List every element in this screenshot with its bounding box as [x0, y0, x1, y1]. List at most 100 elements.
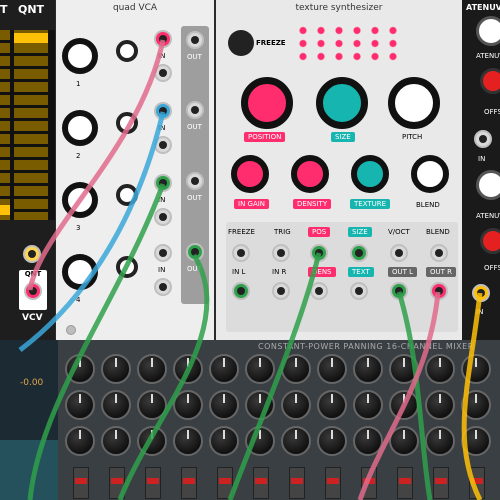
mixer-fader[interactable]	[109, 467, 125, 499]
vca-in-jack-1[interactable]	[154, 64, 172, 82]
mixer-knob[interactable]	[425, 426, 455, 456]
mixer-knob[interactable]	[317, 426, 347, 456]
cv-jack-freeze[interactable]	[232, 244, 250, 262]
vca-cv-jack-2[interactable]	[154, 102, 172, 120]
vca-knob-2[interactable]	[62, 110, 98, 146]
mixer-knob[interactable]	[281, 426, 311, 456]
mode-led-grid[interactable]	[294, 24, 404, 62]
mixer-knob[interactable]	[65, 354, 95, 384]
vca-out-jack-2[interactable]	[186, 101, 204, 119]
mixer-knob[interactable]	[209, 354, 239, 384]
vca-small-knob-1[interactable]	[116, 40, 138, 62]
mixer-knob[interactable]	[65, 426, 95, 456]
mixer-knob[interactable]	[137, 354, 167, 384]
mixer-knob[interactable]	[101, 390, 131, 420]
mixer-knob[interactable]	[101, 354, 131, 384]
out-jack-l[interactable]	[390, 282, 408, 300]
mixer-fader[interactable]	[73, 467, 89, 499]
freeze-button[interactable]	[228, 30, 254, 56]
cv-jack-pos[interactable]	[310, 244, 328, 262]
mixer-knob[interactable]	[389, 426, 419, 456]
cv-jack-blend[interactable]	[430, 244, 448, 262]
mixer-knob[interactable]	[353, 354, 383, 384]
out-jack-r[interactable]	[430, 282, 448, 300]
mixer-knob[interactable]	[353, 390, 383, 420]
vca-out-jack-3[interactable]	[186, 172, 204, 190]
mixer-knob[interactable]	[137, 390, 167, 420]
mixer-knob[interactable]	[281, 390, 311, 420]
vca-cv-jack-3[interactable]	[154, 174, 172, 192]
vca-in-jack-3[interactable]	[154, 208, 172, 226]
vca-cv-jack-4[interactable]	[154, 244, 172, 262]
mixer-knob[interactable]	[461, 390, 491, 420]
vca-small-knob-2[interactable]	[116, 112, 138, 134]
atenuverter-offset-knob-1[interactable]	[480, 68, 500, 94]
vca-in-jack-4[interactable]	[154, 278, 172, 296]
mixer-fader[interactable]	[217, 467, 233, 499]
size-knob[interactable]	[316, 77, 368, 129]
vca-out-jack-1[interactable]	[186, 31, 204, 49]
vca-knob-1[interactable]	[62, 38, 98, 74]
position-knob[interactable]	[241, 77, 293, 129]
cv-jack-size[interactable]	[350, 244, 368, 262]
in-gain-knob[interactable]	[231, 155, 269, 193]
vca-in-jack-2[interactable]	[154, 136, 172, 154]
in-jack-dens[interactable]	[310, 282, 328, 300]
mixer-knob[interactable]	[209, 426, 239, 456]
mixer-fader[interactable]	[145, 467, 161, 499]
vca-knob-3[interactable]	[62, 182, 98, 218]
vca-cv-jack-1[interactable]	[154, 30, 172, 48]
mixer-knob[interactable]	[389, 390, 419, 420]
density-knob[interactable]	[291, 155, 329, 193]
vca-knob-4[interactable]	[62, 254, 98, 290]
cv-jack-trig[interactable]	[272, 244, 290, 262]
mixer-knob[interactable]	[245, 354, 275, 384]
mixer-knob[interactable]	[317, 354, 347, 384]
mixer-knob[interactable]	[245, 426, 275, 456]
in-jack-text[interactable]	[350, 282, 368, 300]
mixer-knob[interactable]	[173, 390, 203, 420]
vca-out-jack-4[interactable]	[186, 243, 204, 261]
mixer-knob[interactable]	[353, 426, 383, 456]
led-column-right[interactable]	[14, 30, 48, 220]
mixer-fader[interactable]	[361, 467, 377, 499]
mixer-knob[interactable]	[101, 426, 131, 456]
quantizer-in-jack[interactable]	[23, 245, 41, 263]
mixer-knob[interactable]	[461, 354, 491, 384]
atenuverter-knob-2[interactable]	[476, 170, 500, 200]
mixer-knob[interactable]	[245, 390, 275, 420]
mixer-fader[interactable]	[397, 467, 413, 499]
atenuverter-in-jack-2[interactable]	[472, 284, 490, 302]
mixer-knob[interactable]	[173, 426, 203, 456]
atenuverter-offset-knob-2[interactable]	[480, 228, 500, 254]
in-jack-r[interactable]	[272, 282, 290, 300]
mixer-knob[interactable]	[137, 426, 167, 456]
mixer-fader[interactable]	[253, 467, 269, 499]
mixer-knob[interactable]	[65, 390, 95, 420]
pitch-knob[interactable]	[388, 77, 440, 129]
mixer-fader[interactable]	[181, 467, 197, 499]
mixer-fader[interactable]	[433, 467, 449, 499]
mixer-fader[interactable]	[469, 467, 485, 499]
texture-knob[interactable]	[351, 155, 389, 193]
blend-knob[interactable]	[411, 155, 449, 193]
mixer-knob[interactable]	[209, 390, 239, 420]
mixer-knob[interactable]	[173, 354, 203, 384]
in-jack-l[interactable]	[232, 282, 250, 300]
mixer-knob[interactable]	[389, 354, 419, 384]
led-column-left[interactable]	[0, 30, 10, 220]
mixer-knob[interactable]	[317, 390, 347, 420]
in-label-text: TEXT	[348, 267, 374, 277]
mixer-fader[interactable]	[289, 467, 305, 499]
mixer-knob[interactable]	[425, 354, 455, 384]
mixer-knob[interactable]	[425, 390, 455, 420]
atenuverter-knob-1[interactable]	[476, 16, 500, 46]
cv-jack-voct[interactable]	[390, 244, 408, 262]
quantizer-out-jack[interactable]	[24, 282, 42, 300]
vca-small-knob-3[interactable]	[116, 184, 138, 206]
mixer-knob[interactable]	[281, 354, 311, 384]
atenuverter-in-jack-1[interactable]	[474, 130, 492, 148]
mixer-fader[interactable]	[325, 467, 341, 499]
mixer-knob[interactable]	[461, 426, 491, 456]
vca-small-knob-4[interactable]	[116, 256, 138, 278]
